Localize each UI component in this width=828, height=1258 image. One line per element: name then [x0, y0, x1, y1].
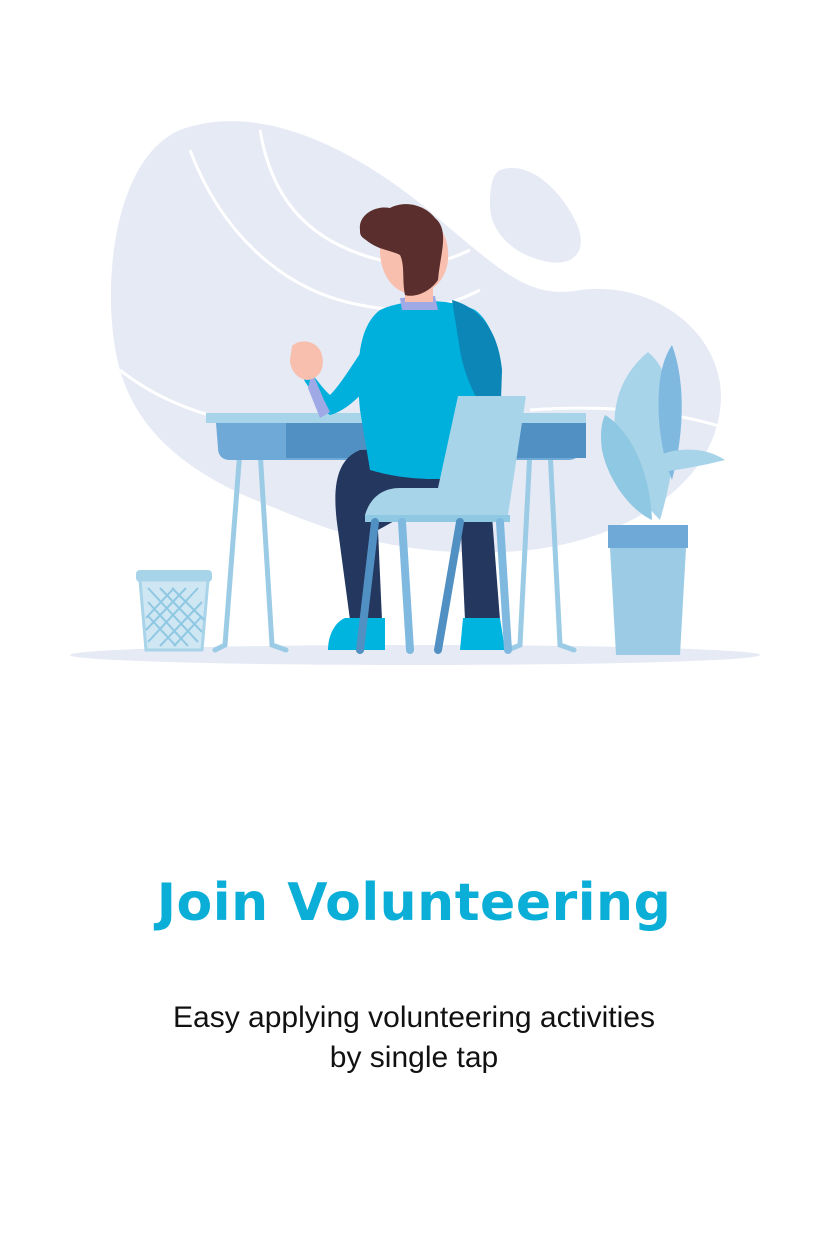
onboarding-screen: Join Volunteering Easy applying voluntee… — [0, 0, 828, 1258]
shoe-left — [328, 618, 385, 650]
shoe-right — [460, 618, 505, 650]
page-subtitle: Easy applying volunteering activities by… — [114, 998, 714, 1078]
page-title: Join Volunteering — [156, 873, 672, 933]
person-at-desk-illustration — [60, 110, 770, 690]
subtitle-line-1: Easy applying volunteering activities — [173, 1001, 655, 1034]
subtitle-line-2: by single tap — [329, 1041, 499, 1074]
small-blob — [490, 168, 581, 263]
wastebasket — [136, 570, 212, 652]
